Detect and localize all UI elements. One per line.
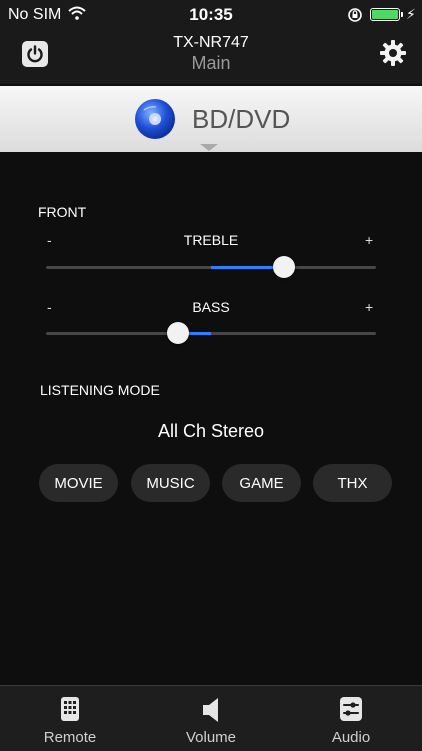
source-selector[interactable]: BD/DVD [0, 86, 422, 152]
bass-label: BASS [192, 299, 230, 315]
speaker-icon [201, 696, 221, 729]
tab-bar: Remote Volume Audio [0, 685, 422, 751]
tab-audio-label: Audio [331, 729, 371, 746]
front-section-label: FRONT [38, 204, 87, 220]
disc-icon [135, 99, 175, 139]
battery-tip [401, 12, 403, 17]
zone-label[interactable]: Main [0, 53, 422, 74]
dropdown-caret-icon [200, 144, 218, 151]
tab-remote-label: Remote [43, 729, 97, 746]
game-mode-button[interactable]: GAME [222, 464, 301, 502]
remote-icon [60, 696, 80, 727]
tab-volume[interactable]: Volume [141, 686, 281, 751]
tab-audio[interactable]: Audio [281, 686, 421, 751]
treble-plus-label[interactable]: + [365, 232, 373, 248]
source-label: BD/DVD [192, 104, 291, 134]
receiver-model: TX-NR747 [173, 34, 249, 51]
music-mode-button[interactable]: MUSIC [131, 464, 210, 502]
current-listening-mode: All Ch Stereo [157, 421, 265, 441]
battery-icon [370, 8, 400, 21]
status-bar: No SIM 10:35 ⚡ [0, 0, 422, 28]
bass-plus-label[interactable]: + [365, 299, 373, 315]
header: TX-NR747 Main [0, 28, 422, 84]
thx-mode-button[interactable]: THX [313, 464, 392, 502]
treble-label: TREBLE [183, 232, 239, 248]
tab-remote[interactable]: Remote [0, 686, 140, 751]
sliders-icon [339, 696, 363, 727]
bass-slider-handle[interactable] [167, 322, 189, 344]
listening-mode-label: LISTENING MODE [40, 382, 160, 398]
treble-slider-handle[interactable] [272, 256, 295, 278]
charging-icon: ⚡ [406, 6, 416, 22]
movie-mode-button[interactable]: MOVIE [39, 464, 118, 502]
tab-volume-label: Volume [185, 729, 237, 746]
rotation-lock-icon [347, 7, 363, 28]
gear-icon [380, 40, 406, 66]
settings-button[interactable] [378, 38, 408, 68]
bass-slider-track[interactable] [46, 332, 376, 335]
